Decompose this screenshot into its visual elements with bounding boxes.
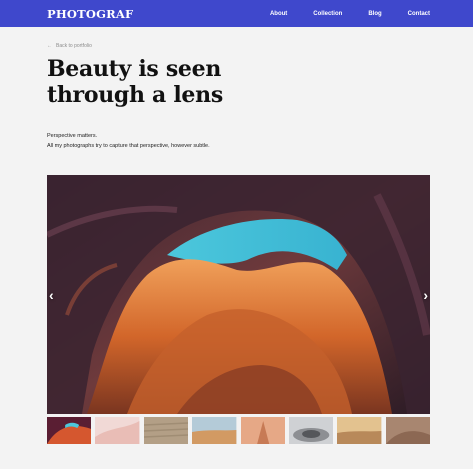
carousel-next-button[interactable]: › (423, 287, 428, 303)
thumbnail-6[interactable] (288, 417, 334, 444)
back-link-label: Back to portfolio (56, 43, 92, 49)
nav-item-blog[interactable]: Blog (368, 11, 381, 17)
thumbnail-3[interactable] (143, 417, 189, 444)
thumbnail-8[interactable] (385, 417, 430, 444)
description-line-1: Perspective matters. (47, 133, 98, 139)
main-menu: About Collection Blog Contact (244, 11, 430, 17)
carousel-main-image[interactable]: ‹ › (47, 175, 430, 414)
nav-item-collection[interactable]: Collection (313, 11, 342, 17)
nav-item-contact[interactable]: Contact (408, 11, 430, 17)
thumbnail-2[interactable] (95, 417, 140, 444)
thumbnail-7[interactable] (337, 417, 382, 444)
thumbnail-5[interactable] (240, 417, 285, 444)
carousel-thumbnails (47, 417, 430, 444)
page-title: Beauty is seen through a lens (47, 56, 223, 108)
canyon-photo (47, 175, 430, 414)
thumbnail-1[interactable] (47, 417, 92, 444)
back-to-portfolio-link[interactable]: ← Back to portfolio (47, 43, 92, 49)
description-line-2: All my photographs try to capture that p… (47, 143, 210, 149)
page-title-line-1: Beauty is seen (47, 56, 222, 82)
thumbnail-4[interactable] (192, 417, 237, 444)
carousel-prev-button[interactable]: ‹ (49, 287, 54, 303)
top-navbar: PHOTOGRAF About Collection Blog Contact (0, 0, 473, 27)
arrow-left-icon: ← (47, 43, 52, 49)
brand-logo[interactable]: PHOTOGRAF (47, 7, 133, 21)
page-title-line-2: through a lens (47, 82, 223, 108)
nav-item-about[interactable]: About (270, 11, 287, 17)
page-description: Perspective matters. All my photographs … (47, 131, 210, 151)
